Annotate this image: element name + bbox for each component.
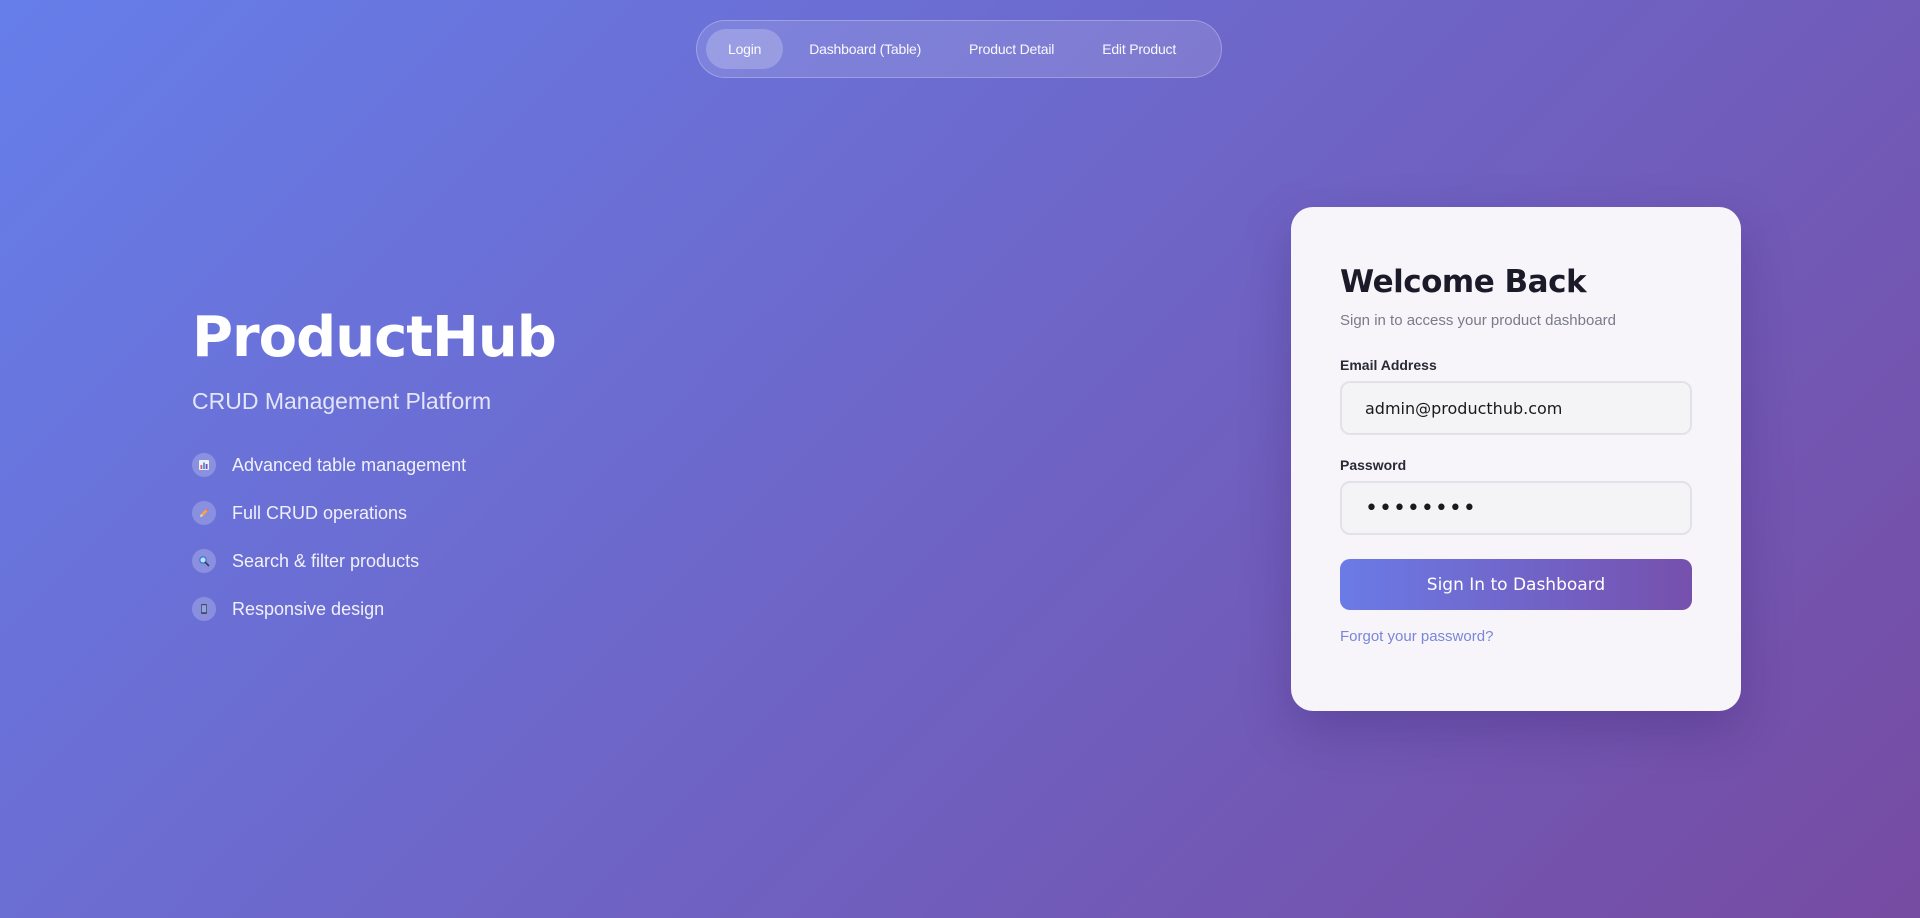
nav-tab-login[interactable]: Login: [706, 29, 784, 69]
nav-tab-edit-product[interactable]: Edit Product: [1080, 29, 1198, 69]
feature-label: Advanced table management: [232, 454, 467, 475]
hero-section: ProductHub CRUD Management Platform Adva…: [192, 300, 792, 633]
feature-item: Search & filter products: [192, 537, 792, 585]
feature-item: Responsive design: [192, 585, 792, 633]
login-card: Welcome Back Sign in to access your prod…: [1291, 207, 1741, 711]
feature-item: Advanced table management: [192, 441, 792, 489]
brand-title: ProductHub: [192, 305, 557, 370]
feature-label: Search & filter products: [232, 550, 420, 571]
bar-chart-icon: [192, 453, 216, 477]
pencil-icon: [192, 501, 216, 525]
feature-label: Full CRUD operations: [232, 502, 408, 523]
brand-tagline: CRUD Management Platform: [192, 388, 492, 414]
email-label: Email Address: [1340, 357, 1437, 373]
feature-list: Advanced table management Full CRUD oper…: [192, 441, 792, 633]
mobile-phone-icon: [192, 597, 216, 621]
login-title: Welcome Back: [1340, 264, 1587, 300]
nav-tab-product-detail[interactable]: Product Detail: [947, 29, 1076, 69]
nav-tab-dashboard[interactable]: Dashboard (Table): [787, 29, 943, 69]
forgot-password-link[interactable]: Forgot your password?: [1340, 628, 1493, 645]
feature-item: Full CRUD operations: [192, 489, 792, 537]
sign-in-button[interactable]: Sign In to Dashboard: [1340, 559, 1692, 610]
feature-label: Responsive design: [232, 598, 385, 619]
top-navigation: Login Dashboard (Table) Product Detail E…: [696, 20, 1222, 78]
login-subtitle: Sign in to access your product dashboard: [1340, 312, 1616, 329]
email-field[interactable]: [1340, 381, 1692, 435]
password-label: Password: [1340, 457, 1407, 473]
password-field[interactable]: [1340, 481, 1692, 535]
magnifier-icon: [192, 549, 216, 573]
